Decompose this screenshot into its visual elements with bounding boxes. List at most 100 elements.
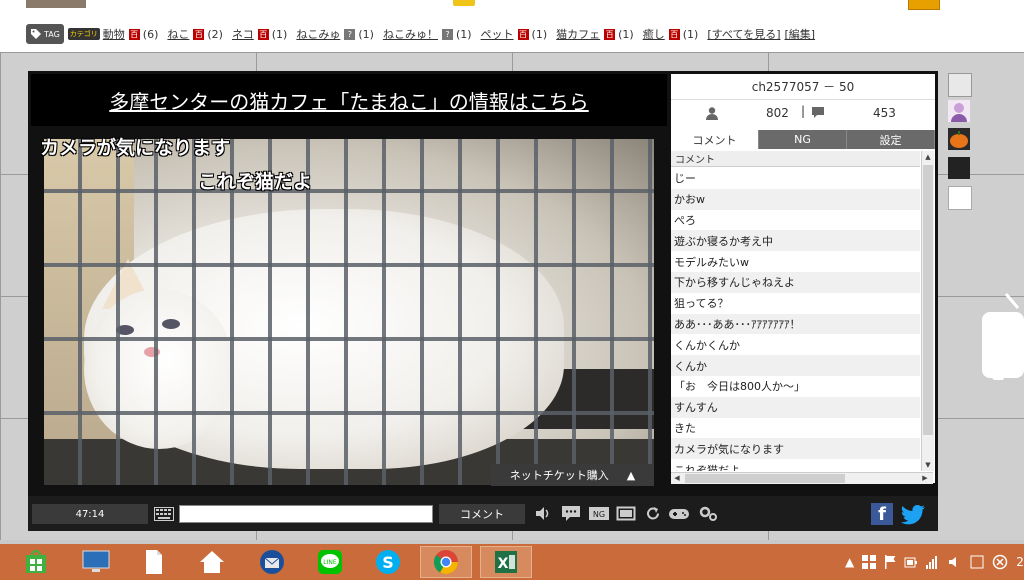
ime-icon[interactable] [970, 555, 984, 569]
comment-row[interactable]: すんすん [671, 396, 920, 418]
tag-logo-label: TAG [44, 29, 60, 39]
tag-link[interactable]: ねこみゅ！ [383, 26, 438, 42]
tag-link[interactable]: 動物 [103, 26, 125, 42]
side-thumbnail[interactable] [948, 157, 970, 179]
volume-icon[interactable] [534, 505, 552, 522]
tab-ng[interactable]: NG [759, 130, 847, 149]
taskbar-document[interactable] [128, 546, 180, 578]
comment-row[interactable]: 「お 今日は800人か～」 [671, 375, 920, 397]
taskbar-computer[interactable] [70, 546, 122, 578]
reload-icon[interactable] [644, 505, 662, 522]
side-thumbnail[interactable] [948, 73, 972, 97]
top-action-button[interactable] [908, 0, 940, 10]
dictionary-icon[interactable]: 百 [257, 28, 269, 40]
banner-link[interactable]: 多摩センターの猫カフェ「たまねこ」の情報はこちら [31, 74, 667, 126]
side-thumbnail[interactable] [948, 100, 970, 122]
comment-row[interactable]: カメラが気になります [671, 438, 920, 460]
tag-link[interactable]: ネコ [232, 26, 254, 42]
scroll-thumb[interactable] [923, 165, 933, 435]
dictionary-icon[interactable]: 百 [668, 28, 680, 40]
scroll-left-icon[interactable]: ◀ [671, 472, 683, 484]
scroll-down-icon[interactable]: ▼ [922, 459, 934, 471]
side-thumbnail[interactable] [948, 186, 972, 210]
see-all-tags-link[interactable]: [すべてを見る] [707, 26, 780, 42]
screen-mode-icon[interactable] [616, 505, 636, 522]
video-area[interactable] [44, 139, 654, 485]
scroll-right-icon[interactable]: ▶ [919, 472, 931, 484]
comment-row[interactable]: ぺろ [671, 209, 920, 231]
signal-icon[interactable] [926, 555, 940, 569]
dictionary-icon[interactable]: 百 [604, 28, 616, 40]
tag-item: 猫カフェ 百 (1) [556, 26, 634, 42]
taskbar-chrome[interactable] [420, 546, 472, 578]
comment-submit-button[interactable]: コメント [439, 504, 525, 524]
taskbar-excel[interactable]: X [480, 546, 532, 578]
comment-row[interactable]: 遊ぶか寝るか考え中 [671, 230, 920, 252]
tag-link[interactable]: 癒し [643, 26, 665, 42]
hscroll-thumb[interactable] [685, 474, 845, 483]
comment-row[interactable]: きた [671, 417, 920, 439]
tag-link[interactable]: 猫カフェ [556, 26, 600, 42]
comment-row[interactable]: ああ･･･ああ･･･ｱｱｱｱｱｱｱ！ [671, 313, 920, 335]
facebook-icon[interactable]: f [871, 503, 893, 525]
close-circle-icon[interactable] [992, 554, 1008, 570]
chevron-up-icon[interactable]: ▲ [845, 555, 854, 569]
top-thumbnail[interactable] [26, 0, 86, 8]
overlay-comment: これぞ猫だよ [198, 171, 313, 193]
comment-row[interactable]: 狙ってる？ [671, 292, 920, 314]
ticket-purchase-button[interactable]: ネットチケット購入 ▲ [491, 464, 654, 486]
settings-gear-icon[interactable] [698, 505, 720, 522]
svg-text:LINE: LINE [323, 559, 337, 566]
tag-count: (6) [142, 27, 159, 41]
comment-input[interactable] [179, 505, 433, 523]
svg-text:S: S [382, 553, 394, 572]
tag-logo: TAG [26, 24, 64, 44]
computer-icon [82, 550, 110, 572]
tag-item: ねこみゅ！ ? (1) [383, 26, 472, 42]
comment-row[interactable]: くんか [671, 355, 920, 376]
comment-row[interactable]: これぞ猫だよ [671, 459, 920, 471]
comment-toggle-icon[interactable] [561, 505, 581, 522]
line-icon: LINE [318, 550, 342, 574]
skype-icon: S [376, 550, 400, 574]
taskbar-home[interactable] [186, 546, 238, 578]
comment-row[interactable]: モデルみたいw [671, 251, 920, 272]
keyboard-icon[interactable] [154, 507, 174, 521]
comment-row[interactable]: 下から移すんじゃねえよ [671, 271, 920, 293]
comment-row[interactable]: くんかくんか [671, 334, 920, 356]
scroll-up-icon[interactable]: ▲ [922, 151, 934, 163]
flag-icon[interactable] [884, 555, 896, 569]
tag-count: (1) [531, 27, 548, 41]
tag-link[interactable]: ねこ [167, 26, 189, 42]
twitter-icon[interactable] [901, 503, 927, 525]
dictionary-icon[interactable]: 百 [193, 28, 205, 40]
tag-link[interactable]: ねこみゅ [296, 26, 340, 42]
taskbar-line[interactable]: LINE [304, 546, 356, 578]
tab-settings[interactable]: 設定 [847, 130, 935, 149]
ng-filter-icon[interactable]: NG [588, 505, 610, 522]
comment-row[interactable]: じー [671, 168, 920, 189]
side-thumbnail[interactable] [948, 128, 970, 150]
taskbar-store[interactable] [10, 546, 62, 578]
speaker-icon[interactable] [948, 555, 962, 569]
windows-icon[interactable] [862, 555, 877, 569]
comment-row[interactable]: かおw [671, 188, 920, 210]
horizontal-scrollbar[interactable]: ◀ ▶ [671, 472, 933, 484]
edit-tags-link[interactable]: [編集] [784, 26, 815, 42]
tag-count: (2) [207, 27, 223, 41]
column-header-comment[interactable]: コメント [671, 151, 920, 167]
dictionary-icon[interactable]: 百 [517, 28, 529, 40]
game-controller-icon[interactable] [668, 505, 690, 522]
taskbar-skype[interactable]: S [362, 546, 414, 578]
tab-comments[interactable]: コメント [671, 130, 759, 149]
taskbar-thunderbird[interactable] [246, 546, 298, 578]
ticket-label: ネットチケット購入 [509, 469, 609, 482]
speech-bubble-icon[interactable] [980, 290, 1024, 380]
dictionary-unknown-icon[interactable]: ? [344, 28, 356, 40]
tag-item: 癒し 百 (1) [643, 26, 699, 42]
dictionary-unknown-icon[interactable]: ? [441, 28, 453, 40]
vertical-scrollbar[interactable]: ▲ ▼ [921, 151, 934, 471]
tag-link[interactable]: ペット [481, 26, 514, 42]
dictionary-icon[interactable]: 百 [128, 28, 140, 40]
battery-icon[interactable] [904, 555, 918, 569]
